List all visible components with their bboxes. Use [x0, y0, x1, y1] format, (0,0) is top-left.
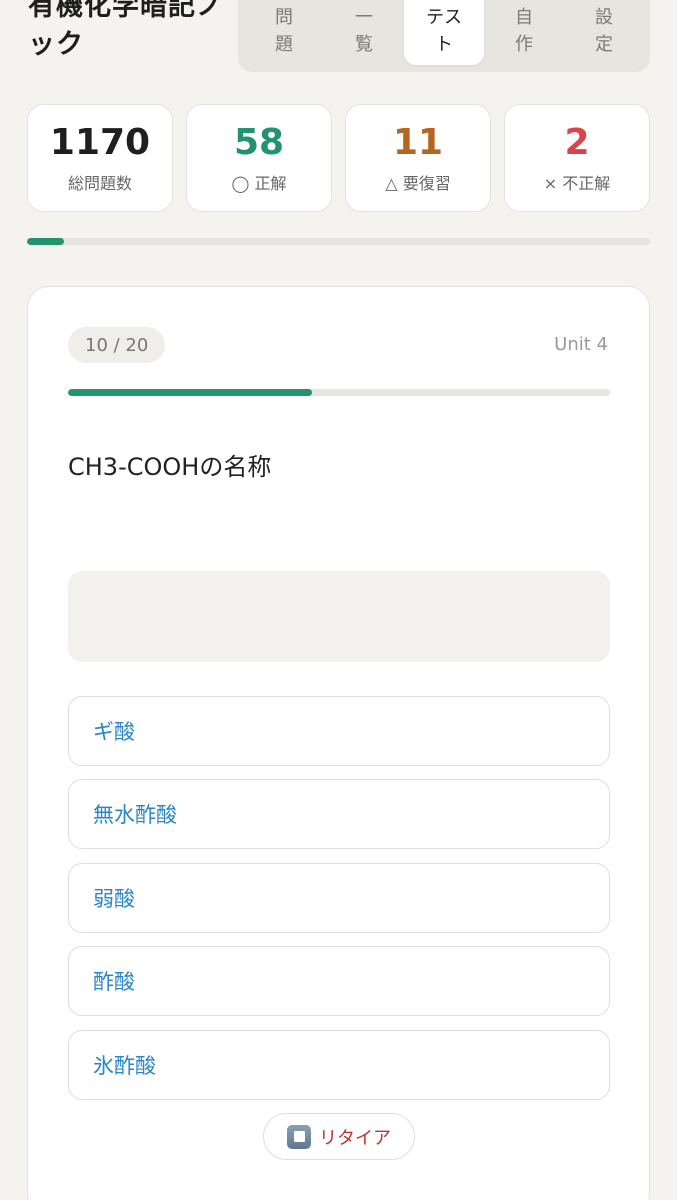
- stat-review-label: △ 要復習: [385, 174, 451, 193]
- choice-button[interactable]: 氷酢酸: [68, 1030, 610, 1100]
- retire-button[interactable]: リタイア: [263, 1113, 415, 1160]
- stat-correct: 58 ◯ 正解: [186, 104, 332, 212]
- stat-wrong-value: 2: [564, 122, 590, 163]
- overall-progress-bar: [27, 238, 650, 245]
- stat-correct-value: 58: [233, 122, 285, 163]
- overall-progress-fill: [27, 238, 65, 245]
- stat-total-label: 総問題数: [67, 174, 132, 193]
- tab-label: 設定: [595, 6, 613, 55]
- stat-wrong-label: × 不正解: [543, 174, 611, 193]
- stat-review-value: 11: [392, 122, 444, 163]
- stat-total: 1170 総問題数: [27, 104, 173, 212]
- answer-area: [68, 571, 610, 662]
- tab-test[interactable]: テスト: [404, 0, 484, 65]
- tab-questions[interactable]: 問題: [244, 0, 324, 65]
- question-counter: 10 / 20: [68, 327, 166, 363]
- stop-button-icon: [287, 1124, 311, 1149]
- page: 有機化学暗記ノック 問題 一覧 テスト 自作 設定 1170 総問題数 58 ◯…: [0, 0, 677, 1200]
- tab-label: 自作: [515, 6, 533, 55]
- choice-button[interactable]: ギ酸: [68, 696, 610, 766]
- stat-correct-label: ◯ 正解: [231, 174, 287, 193]
- test-progress-fill: [68, 389, 312, 396]
- stats-row: 1170 総問題数 58 ◯ 正解 11 △ 要復習 2 × 不正解: [27, 104, 650, 212]
- stat-total-value: 1170: [49, 122, 151, 163]
- choice-button[interactable]: 無水酢酸: [68, 779, 610, 849]
- tab-list[interactable]: 一覧: [324, 0, 404, 65]
- tab-label: テスト: [426, 6, 462, 55]
- stat-review: 11 △ 要復習: [345, 104, 491, 212]
- test-progress-bar: [68, 389, 610, 396]
- tab-bar: 問題 一覧 テスト 自作 設定: [238, 0, 650, 72]
- tab-custom[interactable]: 自作: [484, 0, 564, 65]
- tab-settings[interactable]: 設定: [564, 0, 644, 65]
- retire-label: リタイア: [319, 1127, 391, 1149]
- test-card: 10 / 20 Unit 4 CH3-COOHの名称 ギ酸 無水酢酸 弱酸 酢酸…: [27, 286, 650, 1200]
- tab-label: 問題: [275, 6, 293, 55]
- question-text: CH3-COOHの名称: [68, 453, 272, 481]
- choice-button[interactable]: 弱酸: [68, 863, 610, 933]
- choice-button[interactable]: 酢酸: [68, 946, 610, 1016]
- stat-wrong: 2 × 不正解: [504, 104, 650, 212]
- tab-label: 一覧: [355, 6, 373, 55]
- unit-label: Unit 4: [554, 334, 608, 355]
- app-title: 有機化学暗記ノック: [28, 0, 224, 60]
